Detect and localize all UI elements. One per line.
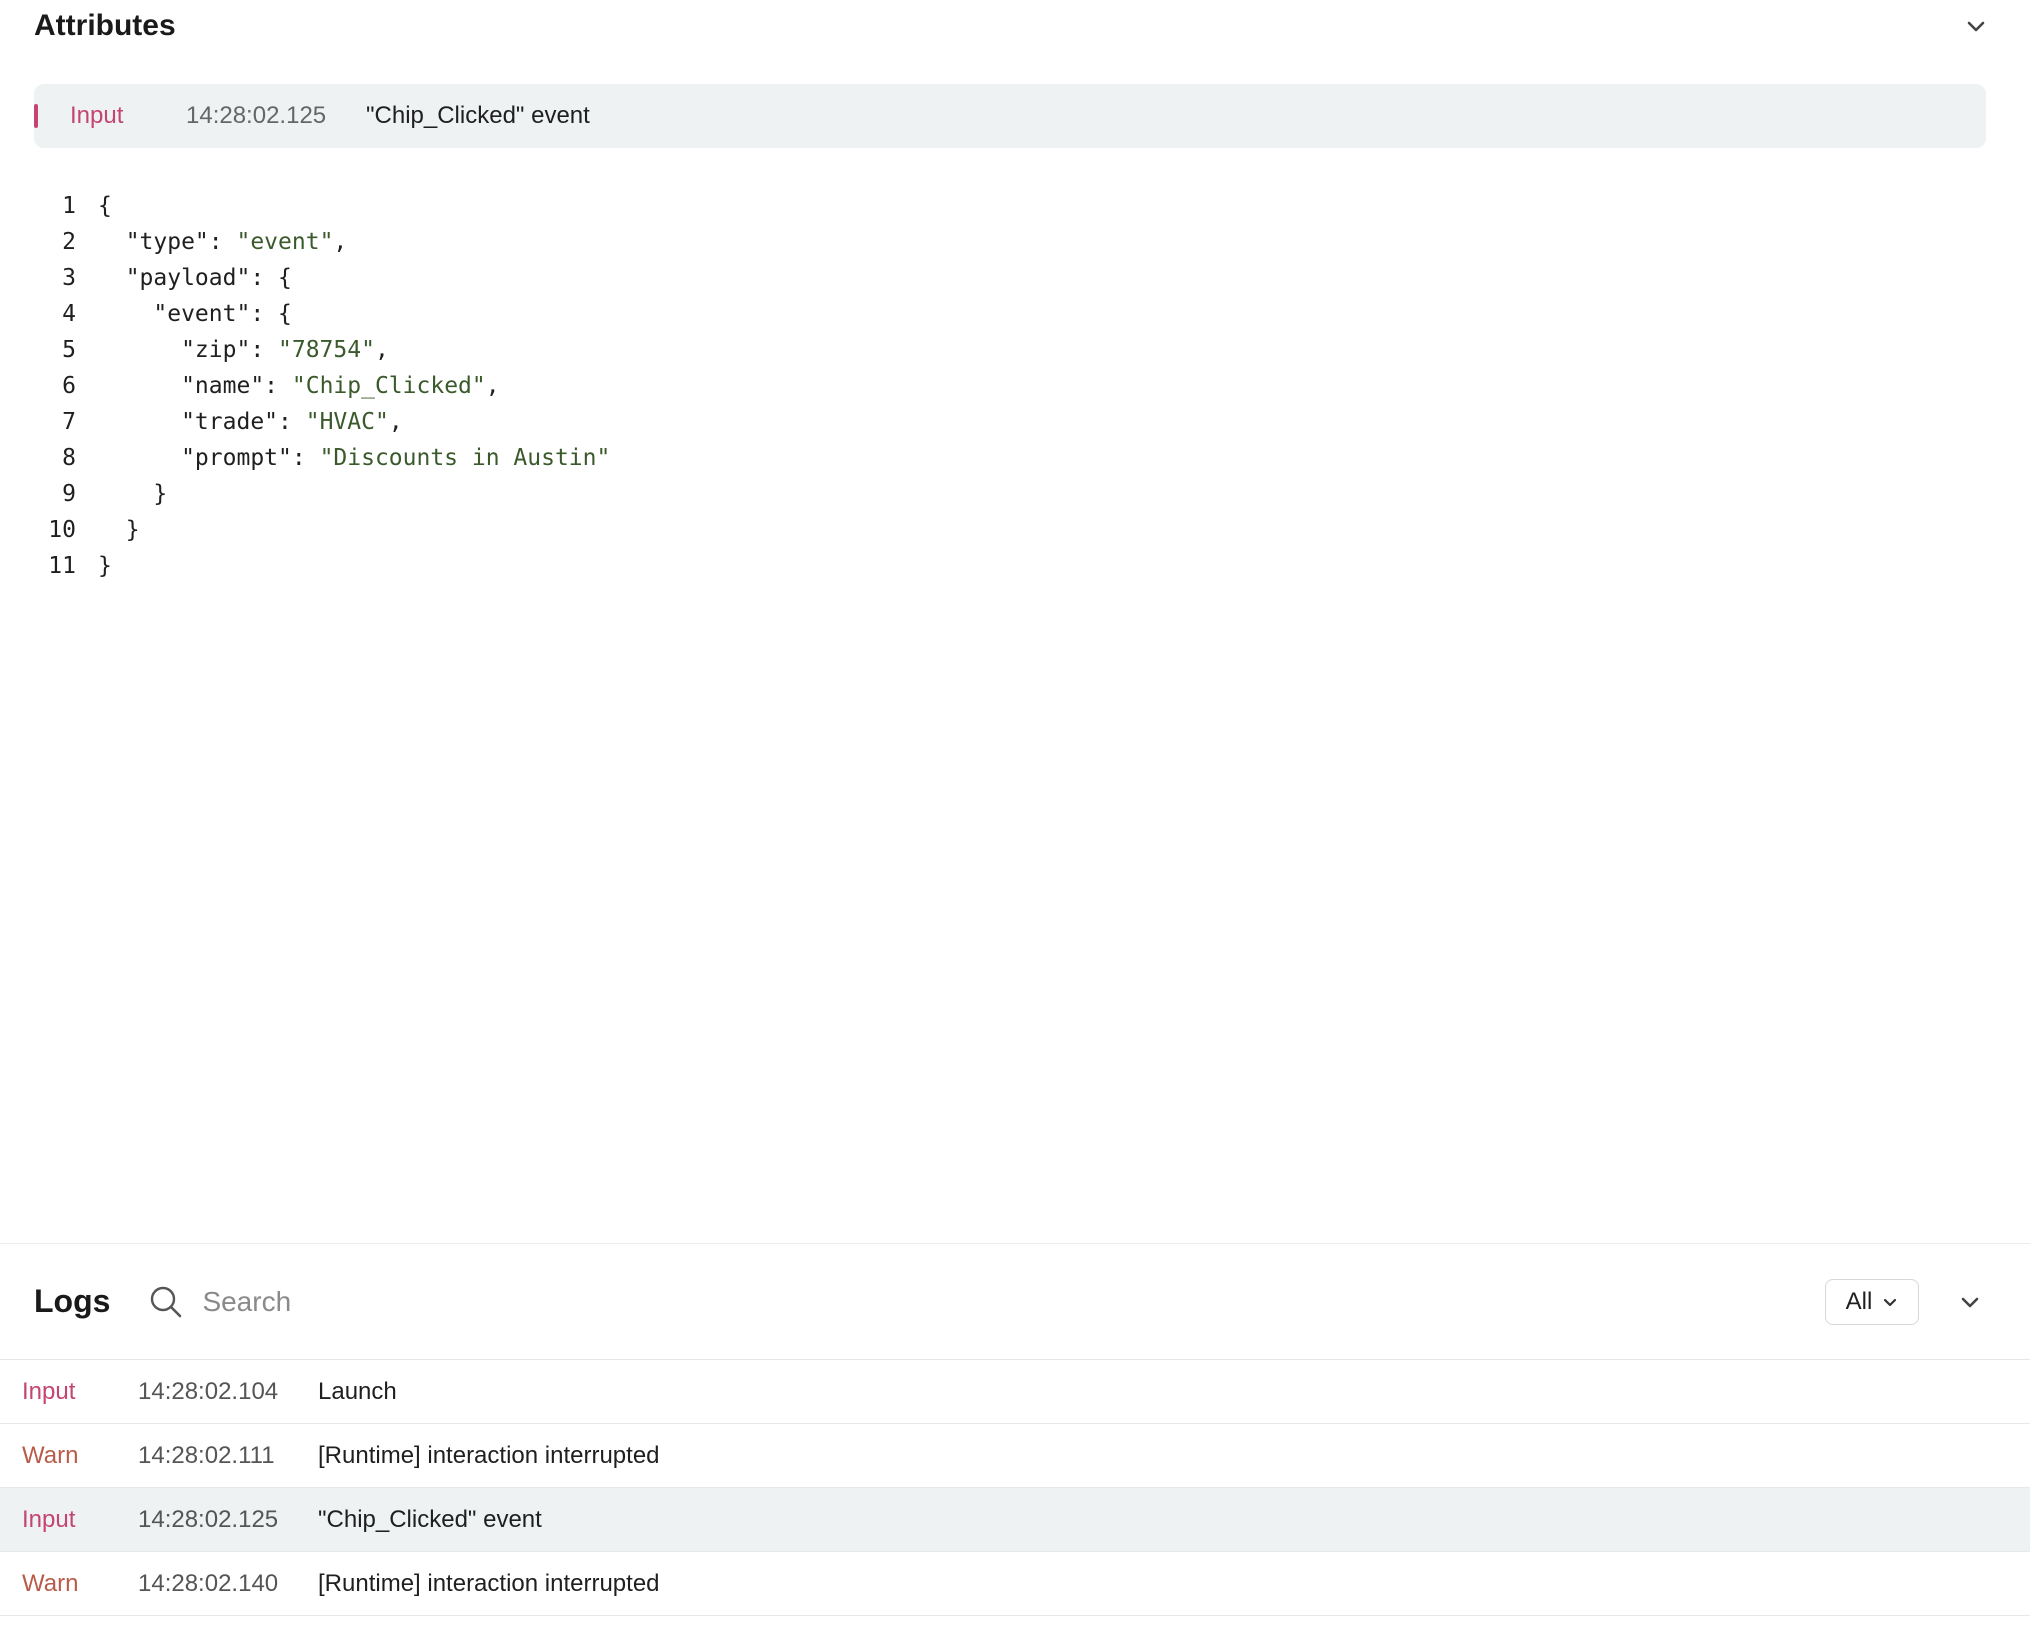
code-content: "type": "event", <box>98 224 348 260</box>
log-type: Input <box>22 1377 76 1405</box>
code-token: "prompt": <box>98 445 320 471</box>
code-token: "name": <box>98 373 292 399</box>
selected-event-time: 14:28:02.125 <box>186 102 327 129</box>
log-message: "Chip_Clicked" event <box>318 1505 542 1533</box>
line-number: 5 <box>62 337 76 363</box>
log-time: 14:28:02.104 <box>138 1377 279 1405</box>
code-line: 5 "zip": "78754", <box>34 332 610 368</box>
line-number: 4 <box>62 301 76 327</box>
selected-event-message: "Chip_Clicked" event <box>366 102 590 129</box>
code-line: 4 "event": { <box>34 296 610 332</box>
log-time: 14:28:02.125 <box>138 1505 279 1533</box>
attributes-panel: Attributes Input 14:28:02.125 "Chip_Clic… <box>0 0 2030 1243</box>
code-content: } <box>98 548 112 584</box>
log-type: Input <box>22 1505 76 1533</box>
code-line: 6 "name": "Chip_Clicked", <box>34 368 610 404</box>
log-time: 14:28:02.111 <box>138 1441 275 1469</box>
code-token: , <box>485 373 500 399</box>
line-number: 2 <box>62 229 76 255</box>
attributes-title: Attributes <box>34 9 176 42</box>
code-content: } <box>98 512 140 548</box>
code-token: "trade": <box>98 409 306 435</box>
chevron-down-icon <box>1967 21 1985 32</box>
code-line: 9 } <box>34 476 610 512</box>
log-message: [Runtime] interaction interrupted <box>318 1569 660 1597</box>
chevron-down-icon <box>1961 1297 1979 1308</box>
log-type: Warn <box>22 1569 79 1597</box>
code-content: "trade": "HVAC", <box>98 404 403 440</box>
selected-event-summary: Input 14:28:02.125 "Chip_Clicked" event <box>34 84 1986 148</box>
line-number: 6 <box>62 373 76 399</box>
code-content: "name": "Chip_Clicked", <box>98 368 500 404</box>
code-string: "HVAC" <box>305 409 389 435</box>
log-type: Warn <box>22 1441 79 1469</box>
code-line: 8 "prompt": "Discounts in Austin" <box>34 440 610 476</box>
selected-event-type: Input <box>70 102 124 129</box>
code-token: , <box>374 337 389 363</box>
code-string: "Discounts in Austin" <box>319 445 611 471</box>
log-row[interactable]: Input 14:28:02.125 "Chip_Clicked" event <box>0 1488 2030 1552</box>
code-content: } <box>98 476 167 512</box>
code-token: { <box>98 193 112 219</box>
code-line: 1{ <box>34 188 610 224</box>
search-icon-wrapper <box>146 1282 186 1322</box>
code-content: "zip": "78754", <box>98 332 389 368</box>
code-content: "payload": { <box>98 260 292 296</box>
chevron-down-icon <box>1884 1298 1897 1307</box>
line-number: 7 <box>62 409 76 435</box>
code-token: "event": { <box>98 301 292 327</box>
code-content: "event": { <box>98 296 292 332</box>
log-list: Input 14:28:02.104 Launch Warn 14:28:02.111 [… <box>0 1360 2030 1616</box>
code-string: "event" <box>236 229 334 255</box>
code-token: "type": <box>98 229 237 255</box>
line-number: 1 <box>62 193 76 219</box>
code-line: 7 "trade": "HVAC", <box>34 404 610 440</box>
logs-search-input[interactable] <box>200 1284 1305 1319</box>
code-token: , <box>388 409 403 435</box>
logs-header: Logs All <box>0 1244 2030 1360</box>
line-number: 10 <box>48 517 76 543</box>
logs-collapse-button[interactable] <box>1950 1282 1990 1322</box>
selected-event-marker <box>34 104 38 128</box>
code-line: 10 } <box>34 512 610 548</box>
log-row[interactable]: Warn 14:28:02.111 [Runtime] interaction in… <box>0 1424 2030 1488</box>
search-icon <box>151 1286 182 1317</box>
code-content: "prompt": "Discounts in Austin" <box>98 440 610 476</box>
code-line: 2 "type": "event", <box>34 224 610 260</box>
log-message: Launch <box>318 1377 397 1405</box>
code-token: "payload": { <box>98 265 292 291</box>
code-line: 3 "payload": { <box>34 260 610 296</box>
code-token: } <box>98 553 112 579</box>
json-code-viewer: 1{2 "type": "event", 3 "payload": {4 "eve… <box>34 188 610 584</box>
code-line: 11} <box>34 548 610 584</box>
line-number: 9 <box>62 481 76 507</box>
logs-title: Logs <box>34 1283 111 1319</box>
attributes-header: Attributes <box>34 0 1996 52</box>
code-content: { <box>98 188 112 224</box>
code-token: } <box>98 517 140 543</box>
code-token: , <box>333 229 348 255</box>
attributes-collapse-button[interactable] <box>1956 6 1996 46</box>
code-string: "Chip_Clicked" <box>291 373 486 399</box>
logs-panel: Logs All Input 14:28:02.104 Launch Warn 14:2… <box>0 1243 2030 1633</box>
log-row[interactable]: Input 14:28:02.104 Launch <box>0 1360 2030 1424</box>
code-string: "78754" <box>278 337 375 363</box>
code-token: "zip": <box>98 337 279 363</box>
line-number: 11 <box>48 553 76 579</box>
line-number: 8 <box>62 445 76 471</box>
log-row[interactable]: Warn 14:28:02.140 [Runtime] interaction in… <box>0 1552 2030 1616</box>
log-level-filter-select[interactable]: All <box>1825 1279 1919 1325</box>
log-time: 14:28:02.140 <box>138 1569 279 1597</box>
log-level-filter-value: All <box>1845 1288 1873 1315</box>
code-token: } <box>98 481 168 507</box>
log-message: [Runtime] interaction interrupted <box>318 1441 660 1469</box>
line-number: 3 <box>62 265 76 291</box>
